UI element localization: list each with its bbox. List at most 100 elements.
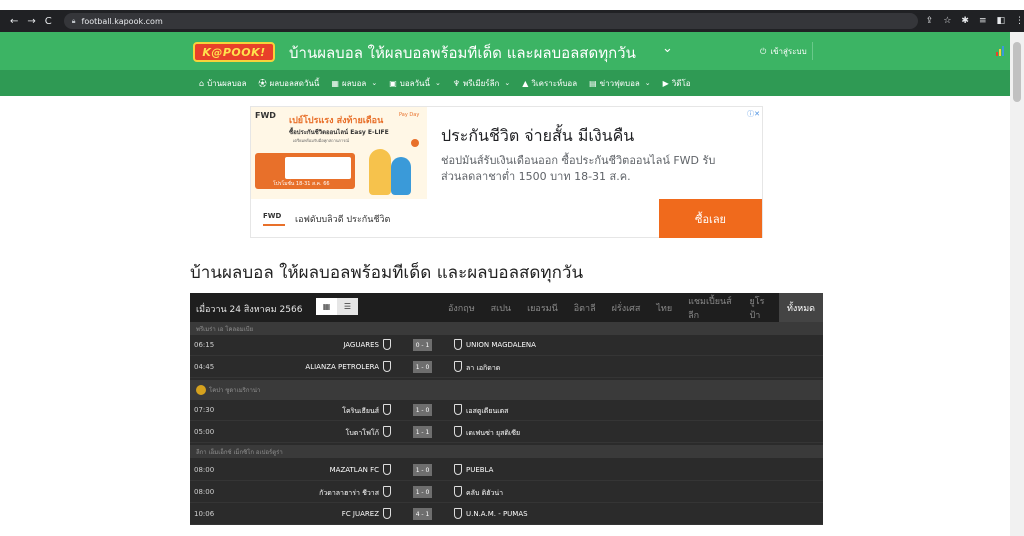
star-icon[interactable]: ☆: [943, 16, 951, 26]
match-score: 1 - 1: [413, 426, 432, 438]
ad-price-table: [285, 157, 351, 179]
away-team: คลับ ติฮัวน่า: [466, 489, 504, 497]
calendar-icon: ▣: [389, 78, 397, 88]
tab-league[interactable]: เยอรมนี: [519, 293, 566, 322]
match-row[interactable]: 05:00 โบตาโฟโก้ 1 - 1 เดเฟนซ่า ยุสติเซีย: [190, 422, 823, 443]
ad-advertiser-logo: FWD: [263, 212, 285, 226]
match-row[interactable]: 08:00 MAZATLAN FC 1 - 0 PUEBLA: [190, 460, 823, 481]
match-time: 10:06: [194, 510, 215, 518]
ad-image[interactable]: FWD เปย์โปรแรง ส่งท้ายเดือน Pay Day ซื้อ…: [251, 107, 427, 199]
grid-icon: ▦: [331, 78, 339, 88]
home-team: โบตาโฟโก้: [345, 429, 379, 437]
home-team: ALIANZA PETROLERA: [305, 363, 379, 371]
match-time: 08:00: [194, 466, 215, 474]
grid-view-icon[interactable]: ▦: [316, 298, 337, 315]
list-view-icon[interactable]: ☰: [337, 298, 358, 315]
match-row[interactable]: 10:06 FC JUAREZ 4 - 1 U.N.A.M. - PUMAS: [190, 504, 823, 525]
sidepanel-icon[interactable]: ◧: [996, 16, 1005, 26]
ball-icon: ⚽︎: [258, 78, 267, 88]
ad-buy-button[interactable]: ซื้อเลย: [659, 199, 762, 238]
chevron-down-icon[interactable]: ⌄: [662, 41, 673, 56]
ad-headline[interactable]: ประกันชีวิต จ่ายสั้น มีเงินคืน: [441, 124, 634, 149]
video-icon: ▶: [662, 78, 669, 88]
login-link[interactable]: ⏻ เข้าสู่ระบบ: [760, 45, 807, 58]
chevron-down-icon: ⌄: [434, 79, 441, 87]
ad-info-icon[interactable]: ⓘ✕: [747, 109, 760, 119]
tab-league[interactable]: ยูโรป้า: [742, 293, 779, 322]
news-icon: ▤: [589, 78, 597, 88]
nav-item-results[interactable]: ▦ ผลบอล ⌄: [331, 77, 377, 90]
match-score: 1 - 0: [413, 486, 432, 498]
away-team: เอสตูเดียนเตส: [466, 407, 509, 415]
nav-item-today[interactable]: ▣ บอลวันนี้ ⌄: [389, 77, 441, 90]
shield-icon: [383, 464, 391, 475]
home-team: กัวดาลาฮาร่า ชีวาส: [319, 489, 379, 497]
nav-item-video[interactable]: ▶ วิดีโอ: [663, 77, 691, 90]
scrollbar-thumb[interactable]: [1013, 42, 1021, 102]
ad-footer: FWD เอฟดับบลิวดี ประกันชีวิต ซื้อเลย: [251, 199, 762, 238]
ad-banner[interactable]: FWD เปย์โปรแรง ส่งท้ายเดือน Pay Day ซื้อ…: [250, 106, 763, 238]
home-icon: ⌂: [199, 78, 205, 88]
tab-league-active[interactable]: ทั้งหมด: [778, 293, 823, 322]
shield-icon: [454, 464, 462, 475]
nav-item-live[interactable]: ⚽︎ ผลบอลสดวันนี้: [259, 77, 320, 90]
ad-promo-title: เปย์โปรแรง ส่งท้ายเดือน: [289, 116, 384, 126]
shield-icon: [454, 339, 462, 350]
match-time: 08:00: [194, 488, 215, 496]
top-margin: [0, 0, 1024, 10]
heart-icon: [411, 139, 419, 147]
page-title: บ้านผลบอล ให้ผลบอลพร้อมทีเด็ด และผลบอลสด…: [190, 263, 584, 283]
address-bar[interactable]: 🔒︎ football.kapook.com: [63, 13, 918, 29]
share-icon[interactable]: ⇪: [926, 16, 934, 26]
home-team: JAGUARES: [343, 341, 379, 349]
site-title[interactable]: บ้านผลบอล ให้ผลบอลพร้อมทีเด็ด และผลบอลสด…: [289, 41, 636, 65]
match-row[interactable]: 04:45 ALIANZA PETROLERA 1 - 0 ลา เอกิดาด: [190, 357, 823, 378]
match-row[interactable]: 08:00 กัวดาลาฮาร่า ชีวาส 1 - 0 คลับ ติฮั…: [190, 482, 823, 503]
tab-league[interactable]: อังกฤษ: [440, 293, 483, 322]
tab-league[interactable]: ไทย: [648, 293, 680, 322]
shield-icon: [383, 426, 391, 437]
away-team: UNION MAGDALENA: [466, 341, 536, 349]
shield-icon: [454, 486, 462, 497]
results-panel: เมื่อวาน 24 สิงหาคม 2566 ▦ ☰ อังกฤษ สเปน…: [190, 293, 823, 525]
lock-icon: 🔒︎: [71, 16, 76, 25]
nav-item-home[interactable]: ⌂ บ้านผลบอล: [199, 77, 247, 90]
main-nav: ⌂ บ้านผลบอล ⚽︎ ผลบอลสดวันนี้ ▦ ผลบอล ⌄ ▣ บอลว…: [0, 70, 1010, 96]
shield-icon: [454, 426, 462, 437]
shield-icon: [383, 508, 391, 519]
back-icon[interactable]: ←: [10, 16, 18, 27]
chevron-down-icon: ⌄: [504, 79, 511, 87]
reading-list-icon[interactable]: ≡: [979, 16, 987, 26]
menu-icon[interactable]: ⋮: [1015, 16, 1024, 26]
tab-league[interactable]: ฝรั่งเศส: [604, 293, 649, 322]
site-header: K@POOK! บ้านผลบอล ให้ผลบอลพร้อมทีเด็ด แล…: [0, 32, 1010, 70]
match-row[interactable]: 07:30 โครินเธียนส์ 1 - 0 เอสตูเดียนเตส: [190, 400, 823, 421]
league-group-header: โคปา ซูดาเมริกาน่า: [190, 380, 823, 400]
nav-item-news[interactable]: ▤ ข่าวฟุตบอล ⌄: [589, 77, 651, 90]
shield-icon: [454, 404, 462, 415]
extension-icon[interactable]: ✱: [961, 16, 969, 26]
ad-person-illustration: [391, 157, 411, 195]
tab-league[interactable]: อิตาลี: [566, 293, 604, 322]
ad-promo-subtitle: ซื้อประกันชีวิตออนไลน์ Easy E-LIFE: [289, 129, 389, 136]
browser-toolbar: ← → C 🔒︎ football.kapook.com ⇪ ☆ ✱ ≡ ◧ ⋮: [0, 10, 1024, 32]
match-row[interactable]: 06:15 JAGUARES 0 - 1 UNION MAGDALENA: [190, 335, 823, 356]
forward-icon[interactable]: →: [27, 16, 35, 27]
page-scrollbar[interactable]: [1010, 32, 1024, 536]
match-score: 1 - 0: [413, 404, 432, 416]
ad-promo-small: เตรียมพร้อมรับมือทุกสถานการณ์: [293, 138, 350, 143]
away-team: ลา เอกิดาด: [466, 364, 501, 372]
tab-league[interactable]: สเปน: [483, 293, 519, 322]
match-score: 1 - 0: [413, 464, 432, 476]
shield-icon: [383, 404, 391, 415]
match-time: 04:45: [194, 363, 215, 371]
away-team: PUEBLA: [466, 466, 494, 474]
ad-brand-logo: FWD: [255, 111, 276, 120]
results-date: เมื่อวาน 24 สิงหาคม 2566: [196, 305, 303, 315]
chart-icon: ▲: [522, 78, 529, 88]
reload-icon[interactable]: C: [45, 16, 52, 27]
tab-league[interactable]: แชมเปี้ยนส์ลีก: [680, 293, 741, 322]
kapook-logo[interactable]: K@POOK!: [193, 42, 275, 62]
nav-item-premier[interactable]: ♆ พรีเมียร์ลีก ⌄: [453, 77, 510, 90]
nav-item-analysis[interactable]: ▲ วิเคราะห์บอล: [522, 77, 577, 90]
